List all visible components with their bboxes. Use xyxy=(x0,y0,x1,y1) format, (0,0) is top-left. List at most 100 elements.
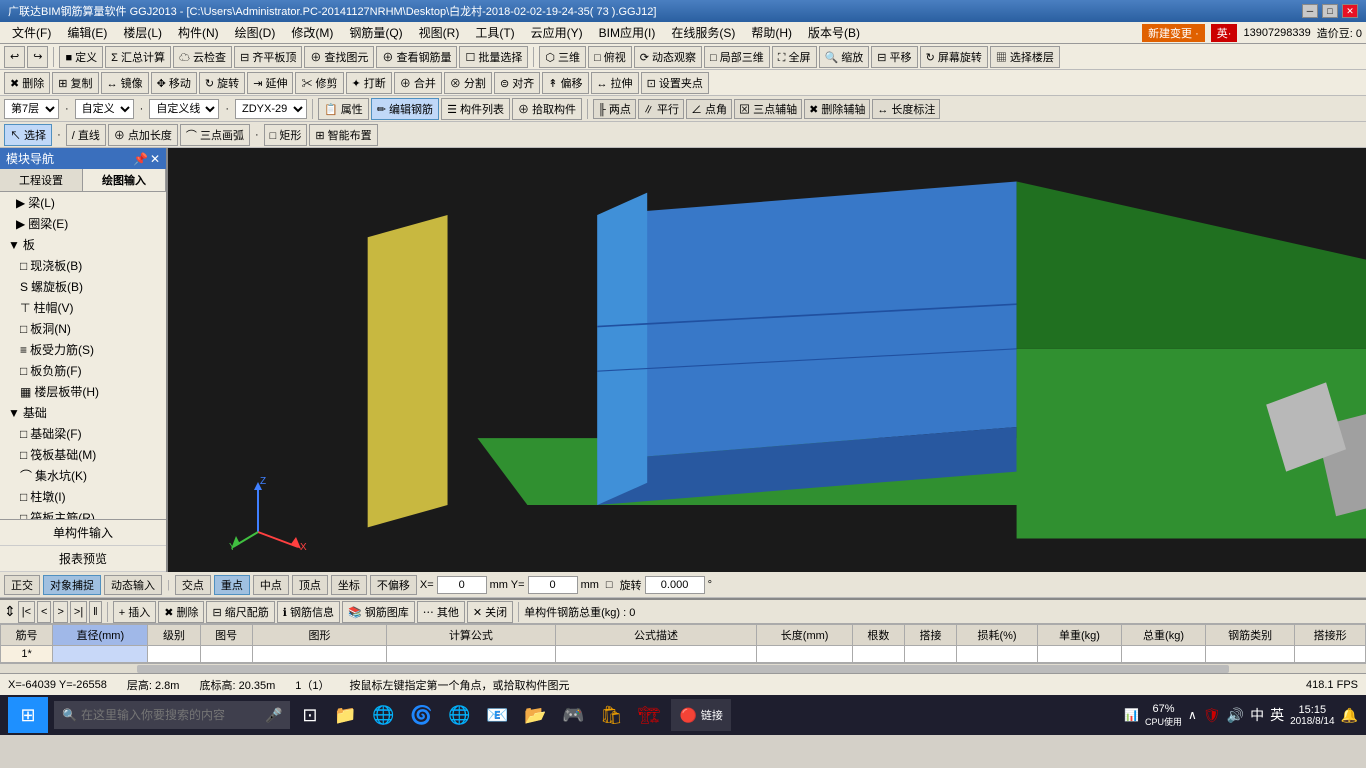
cell-type[interactable] xyxy=(1206,646,1295,663)
delete-row-button[interactable]: ✖ 删除 xyxy=(158,601,204,623)
center-button[interactable]: 中点 xyxy=(253,575,289,595)
menu-view[interactable]: 视图(R) xyxy=(411,22,468,43)
menu-cloud[interactable]: 云应用(Y) xyxy=(523,22,591,43)
length-mark-button[interactable]: ↔ 长度标注 xyxy=(872,99,940,119)
tree-group-jc[interactable]: ▼ 基础 xyxy=(0,402,166,423)
insert-button[interactable]: + 插入 xyxy=(113,601,156,623)
col-header-diameter[interactable]: 直径(mm) xyxy=(53,625,148,646)
new-change-button[interactable]: 新建变更 · xyxy=(1142,24,1205,42)
zoom-out-button[interactable]: 🔍 缩放 xyxy=(819,46,870,68)
define-button[interactable]: ■ 定义 xyxy=(59,46,103,68)
split-button[interactable]: ⊗ 分割 xyxy=(444,72,492,94)
floor-select[interactable]: 第7层 xyxy=(4,99,59,119)
pinned-app-ie2[interactable]: 🌐 xyxy=(443,699,475,731)
rebar-info-button[interactable]: ℹ 钢筋信息 xyxy=(277,601,340,623)
smart-layout-button[interactable]: ⊞ 智能布置 xyxy=(309,124,377,146)
trim-button[interactable]: ✂ 修剪 xyxy=(295,72,343,94)
pinned-app-glodon[interactable]: 🏗 xyxy=(633,699,665,731)
tree-item-ql[interactable]: ▶ 圈梁(E) xyxy=(0,213,166,234)
sum-calculate-button[interactable]: Σ 汇总计算 xyxy=(105,46,171,68)
rotate-button[interactable]: ↻ 旋转 xyxy=(199,72,245,94)
move-button[interactable]: ✥ 移动 xyxy=(151,72,197,94)
offset-button[interactable]: ↟ 偏移 xyxy=(542,72,588,94)
x-input[interactable] xyxy=(437,576,487,594)
menu-quantity[interactable]: 钢筋量(Q) xyxy=(341,22,410,43)
three-point-axis-button[interactable]: ⊠ 三点辅轴 xyxy=(734,99,802,119)
screen-rotate-button[interactable]: ↻ 屏幕旋转 xyxy=(920,46,988,68)
notification-bell[interactable]: 🔔 xyxy=(1341,707,1358,724)
batch-select-button[interactable]: ☐ 批量选择 xyxy=(459,46,528,68)
menu-component[interactable]: 构件(N) xyxy=(170,22,227,43)
clock[interactable]: 15:15 2018/8/14 xyxy=(1290,704,1335,727)
h-scrollbar-thumb[interactable] xyxy=(137,665,1230,673)
pinned-app-mail[interactable]: 📧 xyxy=(481,699,513,731)
tree-item-jsk[interactable]: ⌒ 集水坑(K) xyxy=(0,465,166,486)
pinned-app-game[interactable]: 🎮 xyxy=(557,699,589,731)
resize-icon[interactable]: ⇕ xyxy=(4,603,16,620)
two-point-button[interactable]: ╟ 两点 xyxy=(593,99,636,119)
fullscreen-button[interactable]: ⛶ 全屏 xyxy=(772,46,817,68)
delete-button[interactable]: ✖ 删除 xyxy=(4,72,50,94)
pinned-app-ie[interactable]: 🌐 xyxy=(367,699,399,731)
menu-modify[interactable]: 修改(M) xyxy=(283,22,341,43)
tree-item-jcl[interactable]: □ 基础梁(F) xyxy=(0,423,166,444)
cell-loss[interactable] xyxy=(957,646,1038,663)
cell-diameter[interactable] xyxy=(53,646,148,663)
cell-total-weight[interactable] xyxy=(1122,646,1206,663)
close-panel-button[interactable]: ✕ 关闭 xyxy=(467,601,513,623)
parallel-button[interactable]: ∥ 平行 xyxy=(638,99,684,119)
cell-formula[interactable] xyxy=(387,646,555,663)
cell-figno[interactable] xyxy=(200,646,252,663)
minimize-button[interactable]: ─ xyxy=(1302,4,1318,18)
vertex-button[interactable]: 顶点 xyxy=(292,575,328,595)
coord-button[interactable]: 坐标 xyxy=(331,575,367,595)
single-component-button[interactable]: 单构件输入 xyxy=(0,520,166,546)
maximize-button[interactable]: □ xyxy=(1322,4,1338,18)
pinned-app-folder[interactable]: 📂 xyxy=(519,699,551,731)
mirror-button[interactable]: ↔ 镜像 xyxy=(101,72,149,94)
undo-button[interactable]: ↩ xyxy=(4,46,25,68)
flat-button[interactable]: ⊟ 平移 xyxy=(871,46,917,68)
merge-button[interactable]: ⊕ 合并 xyxy=(394,72,442,94)
close-button[interactable]: ✕ xyxy=(1342,4,1358,18)
tree-item-fbjc[interactable]: □ 筏板基础(M) xyxy=(0,444,166,465)
nav-prev-button[interactable]: < xyxy=(37,601,51,623)
intersection-button[interactable]: 交点 xyxy=(175,575,211,595)
dynamic-input-button[interactable]: 动态输入 xyxy=(104,575,162,595)
sidebar-close-icon[interactable]: ✕ xyxy=(150,152,160,166)
component-list-button[interactable]: ☰ 构件列表 xyxy=(441,98,510,120)
no-offset-button[interactable]: 不偏移 xyxy=(370,575,417,595)
cell-lap[interactable] xyxy=(904,646,956,663)
tab-draw-input[interactable]: 绘图输入 xyxy=(83,169,166,191)
tree-item-lxb[interactable]: S 螺旋板(B) xyxy=(0,276,166,297)
cloud-check-button[interactable]: ☁ 云检查 xyxy=(173,46,232,68)
ime-icon[interactable]: 中 xyxy=(1250,705,1264,725)
search-area[interactable]: 🔍 🎤 xyxy=(54,701,290,729)
cell-count[interactable] xyxy=(852,646,904,663)
nav-pause-button[interactable]: ‖ xyxy=(89,601,102,623)
menu-edit[interactable]: 编辑(E) xyxy=(59,22,115,43)
line-select[interactable]: 自定义线 xyxy=(149,99,219,119)
tree-item-zm[interactable]: ⊤ 柱帽(V) xyxy=(0,297,166,318)
view-rebar-button[interactable]: ⊕ 查看钢筋量 xyxy=(376,46,457,68)
midpoint-button[interactable]: 重点 xyxy=(214,575,250,595)
antivirus-icon[interactable]: 🛡 xyxy=(1203,707,1221,724)
arrow-icon[interactable]: ∧ xyxy=(1188,708,1197,722)
code-select[interactable]: ZDYX-29 xyxy=(235,99,307,119)
tree-item-zd[interactable]: □ 柱墩(I) xyxy=(0,486,166,507)
local-3d-button[interactable]: □ 局部三维 xyxy=(704,46,770,68)
orthogonal-button[interactable]: 正交 xyxy=(4,575,40,595)
cell-desc[interactable] xyxy=(555,646,757,663)
set-grip-button[interactable]: ⊡ 设置夹点 xyxy=(641,72,709,94)
menu-service[interactable]: 在线服务(S) xyxy=(663,22,743,43)
cell-length[interactable] xyxy=(757,646,852,663)
tab-project-settings[interactable]: 工程设置 xyxy=(0,169,83,191)
cell-lap-type[interactable] xyxy=(1295,646,1366,663)
cell-grade[interactable] xyxy=(148,646,200,663)
sidebar-pin-icon[interactable]: 📌 xyxy=(133,152,148,166)
tree-item-fbzj[interactable]: □ 筏板主筋(R) xyxy=(0,507,166,519)
copy-button[interactable]: ⊞ 复制 xyxy=(52,72,98,94)
align-button[interactable]: ⊜ 对齐 xyxy=(494,72,540,94)
mic-icon[interactable]: 🎤 xyxy=(265,707,282,724)
tree-item-bslj[interactable]: ≡ 板受力筋(S) xyxy=(0,339,166,360)
